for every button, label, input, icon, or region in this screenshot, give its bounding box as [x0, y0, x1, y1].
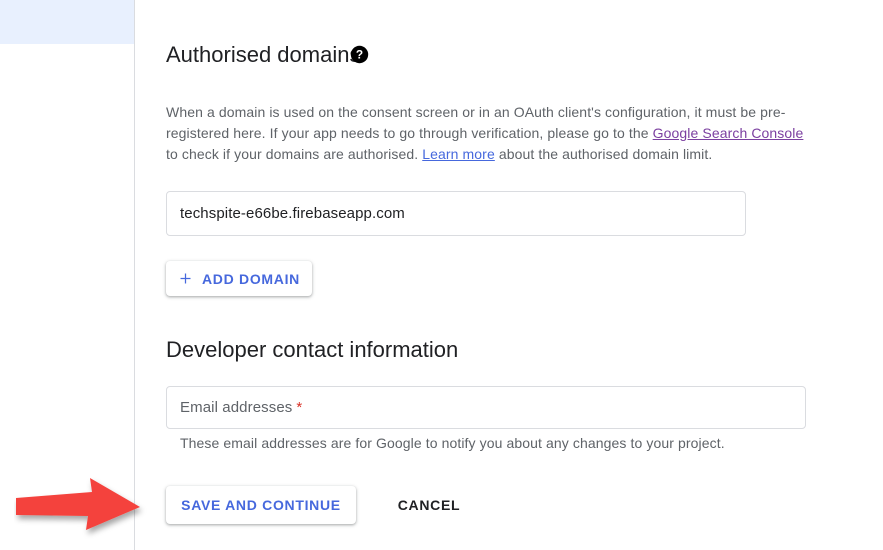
developer-contact-title: Developer contact information — [166, 337, 458, 363]
save-and-continue-label: SAVE AND CONTINUE — [181, 497, 341, 513]
authorised-domain-input[interactable]: techspite-e66be.firebaseapp.com — [166, 191, 746, 236]
sidebar: t screen ation greements — [0, 0, 135, 550]
email-addresses-input[interactable]: Email addresses* — [166, 386, 806, 429]
sidebar-item-consent-screen[interactable]: t screen — [0, 0, 135, 44]
add-domain-button[interactable]: ADD DOMAIN — [166, 261, 312, 296]
main-content: Authorised domains ? When a domain is us… — [136, 0, 883, 550]
add-domain-label: ADD DOMAIN — [202, 271, 300, 287]
learn-more-link[interactable]: Learn more — [422, 146, 495, 162]
description-text-part3: about the authorised domain limit. — [495, 146, 713, 162]
sidebar-item-agreements[interactable]: greements — [0, 100, 135, 144]
authorised-domains-title: Authorised domains — [166, 42, 360, 68]
sidebar-item-verification[interactable]: ation — [0, 50, 135, 94]
authorised-domain-value: techspite-e66be.firebaseapp.com — [180, 205, 405, 222]
email-helper-text: These email addresses are for Google to … — [180, 435, 725, 451]
save-and-continue-button[interactable]: SAVE AND CONTINUE — [166, 486, 356, 524]
plus-icon — [178, 271, 193, 286]
authorised-domains-description: When a domain is used on the consent scr… — [166, 102, 806, 165]
cancel-button[interactable]: CANCEL — [384, 486, 474, 524]
email-addresses-placeholder: Email addresses — [180, 399, 292, 416]
svg-text:?: ? — [356, 48, 363, 62]
required-marker: * — [296, 399, 302, 416]
description-text-part2: to check if your domains are authorised. — [166, 146, 422, 162]
help-icon[interactable]: ? — [350, 45, 369, 64]
google-search-console-link[interactable]: Google Search Console — [653, 125, 804, 141]
cancel-label: CANCEL — [398, 497, 461, 513]
